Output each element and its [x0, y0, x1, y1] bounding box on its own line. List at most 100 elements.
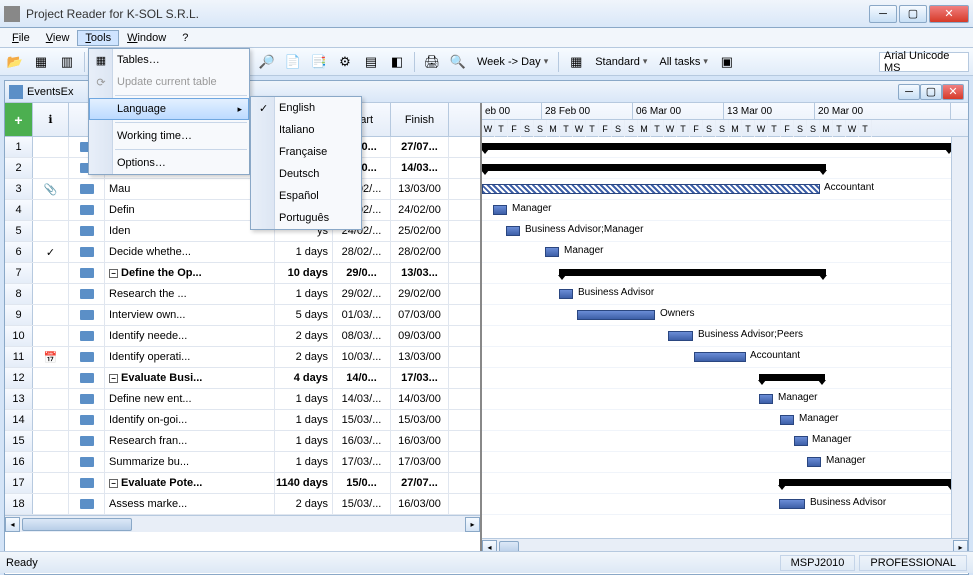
gantt-vscroll[interactable]	[951, 137, 968, 538]
gantt-bar[interactable]	[559, 269, 826, 276]
maximize-button[interactable]: ▢	[899, 5, 927, 23]
gantt-bar[interactable]	[759, 374, 825, 381]
row-number[interactable]: 10	[5, 326, 33, 346]
toolbar-btn-2[interactable]: ▦	[30, 51, 52, 73]
duration-cell[interactable]: 5 days	[275, 305, 333, 325]
gantt-bar[interactable]	[545, 247, 559, 257]
minimize-button[interactable]: ─	[869, 5, 897, 23]
start-cell[interactable]: 01/03/...	[333, 305, 391, 325]
row-number[interactable]: 3	[5, 179, 33, 199]
finish-cell[interactable]: 07/03/00	[391, 305, 449, 325]
table-row[interactable]: 11📅Identify operati...2 days10/03/...13/…	[5, 347, 480, 368]
open-icon[interactable]: 📂	[4, 51, 26, 73]
gantt-bar[interactable]	[493, 205, 507, 215]
paste-icon[interactable]: 📑	[308, 51, 330, 73]
start-cell[interactable]: 15/03/...	[333, 410, 391, 430]
task-name-cell[interactable]: Assess marke...	[105, 494, 275, 514]
table-icon[interactable]: ▦	[565, 51, 587, 73]
menu-file[interactable]: File	[4, 30, 38, 46]
start-cell[interactable]: 15/03/...	[333, 494, 391, 514]
lang-portugues[interactable]: Português	[251, 207, 361, 229]
start-cell[interactable]: 17/03/...	[333, 452, 391, 472]
finish-cell[interactable]: 14/03...	[391, 158, 449, 178]
row-number[interactable]: 6	[5, 242, 33, 262]
finish-cell[interactable]: 16/03/00	[391, 494, 449, 514]
duration-cell[interactable]: 1 days	[275, 410, 333, 430]
gantt-bar[interactable]	[668, 331, 693, 341]
gantt-bar[interactable]	[577, 310, 655, 320]
lang-english[interactable]: ✓English	[251, 97, 361, 119]
font-field[interactable]: Arial Unicode MS	[879, 52, 969, 72]
finish-cell[interactable]: 09/03/00	[391, 326, 449, 346]
row-number[interactable]: 12	[5, 368, 33, 388]
task-name-cell[interactable]: Summarize bu...	[105, 452, 275, 472]
finish-cell[interactable]: 16/03/00	[391, 431, 449, 451]
finish-cell[interactable]: 13/03...	[391, 263, 449, 283]
table-row[interactable]: 15Research fran...1 days16/03/...16/03/0…	[5, 431, 480, 452]
task-name-cell[interactable]: Research the ...	[105, 284, 275, 304]
row-number[interactable]: 2	[5, 158, 33, 178]
finish-cell[interactable]: 27/07...	[391, 137, 449, 157]
start-cell[interactable]: 29/0...	[333, 263, 391, 283]
lang-francaise[interactable]: Française	[251, 141, 361, 163]
row-number[interactable]: 9	[5, 305, 33, 325]
start-cell[interactable]: 10/03/...	[333, 347, 391, 367]
duration-cell[interactable]: 1 days	[275, 389, 333, 409]
menu-window[interactable]: Window	[119, 30, 174, 46]
table-row[interactable]: 18 Assess marke...2 days15/03/...16/03/00	[5, 494, 480, 515]
finish-cell[interactable]: 17/03...	[391, 368, 449, 388]
row-number[interactable]: 16	[5, 452, 33, 472]
doc-minimize-button[interactable]: ─	[898, 84, 920, 100]
table-row[interactable]: 10Identify neede...2 days08/03/...09/03/…	[5, 326, 480, 347]
table-row[interactable]: 16Summarize bu...1 days17/03/...17/03/00	[5, 452, 480, 473]
toolbar-btn-11[interactable]: ⚙	[334, 51, 356, 73]
duration-cell[interactable]: 1 days	[275, 242, 333, 262]
task-name-cell[interactable]: Research fran...	[105, 431, 275, 451]
start-cell[interactable]: 15/0...	[333, 473, 391, 493]
row-number[interactable]: 5	[5, 221, 33, 241]
row-number[interactable]: 13	[5, 389, 33, 409]
finish-cell[interactable]: 27/07...	[391, 473, 449, 493]
table-row[interactable]: 5Idenys24/02/...25/02/00	[5, 221, 480, 242]
menu-view[interactable]: View	[38, 30, 78, 46]
menu-options[interactable]: Options…	[89, 152, 249, 174]
menu-tools[interactable]: Tools	[77, 30, 119, 46]
duration-cell[interactable]: 1140 days	[275, 473, 333, 493]
col-finish[interactable]: Finish	[391, 103, 449, 136]
zoom-dropdown[interactable]: Week -> Day	[473, 56, 552, 68]
row-number[interactable]: 18	[5, 494, 33, 514]
task-name-cell[interactable]: Identify operati...	[105, 347, 275, 367]
duration-cell[interactable]: 1 days	[275, 431, 333, 451]
table-row[interactable]: 14Identify on-goi...1 days15/03/...15/03…	[5, 410, 480, 431]
scroll-right-icon[interactable]: ▸	[465, 517, 480, 532]
task-name-cell[interactable]: Interview own...	[105, 305, 275, 325]
menu-tables[interactable]: ▦Tables…	[89, 49, 249, 71]
table-row[interactable]: 13Define new ent...1 days14/03/...14/03/…	[5, 389, 480, 410]
gantt-bar[interactable]	[780, 415, 794, 425]
lang-deutsch[interactable]: Deutsch	[251, 163, 361, 185]
duration-cell[interactable]: 2 days	[275, 494, 333, 514]
row-number[interactable]: 14	[5, 410, 33, 430]
table-row[interactable]: 9 Interview own...5 days01/03/...07/03/00	[5, 305, 480, 326]
duration-cell[interactable]: 10 days	[275, 263, 333, 283]
table-row[interactable]: 12−Evaluate Busi...4 days14/0...17/03...	[5, 368, 480, 389]
scroll-left-icon[interactable]: ◂	[5, 517, 20, 532]
row-number[interactable]: 8	[5, 284, 33, 304]
finish-cell[interactable]: 28/02/00	[391, 242, 449, 262]
menu-language[interactable]: Language▸	[89, 98, 249, 120]
start-cell[interactable]: 29/02/...	[333, 284, 391, 304]
table-row[interactable]: 8Research the ...1 days29/02/...29/02/00	[5, 284, 480, 305]
finish-cell[interactable]: 25/02/00	[391, 221, 449, 241]
row-number[interactable]: 17	[5, 473, 33, 493]
gantt-bar[interactable]	[779, 499, 805, 509]
finish-cell[interactable]: 14/03/00	[391, 389, 449, 409]
outline-toggle-icon[interactable]: −	[109, 374, 118, 383]
outline-toggle-icon[interactable]: −	[109, 479, 118, 488]
table-row[interactable]: 3📎Mauys24/02/...13/03/00	[5, 179, 480, 200]
doc-maximize-button[interactable]: ▢	[920, 84, 942, 100]
gantt-bar[interactable]	[794, 436, 808, 446]
toolbar-btn-3[interactable]: ▥	[56, 51, 78, 73]
start-cell[interactable]: 28/02/...	[333, 242, 391, 262]
start-cell[interactable]: 16/03/...	[333, 431, 391, 451]
row-number[interactable]: 1	[5, 137, 33, 157]
